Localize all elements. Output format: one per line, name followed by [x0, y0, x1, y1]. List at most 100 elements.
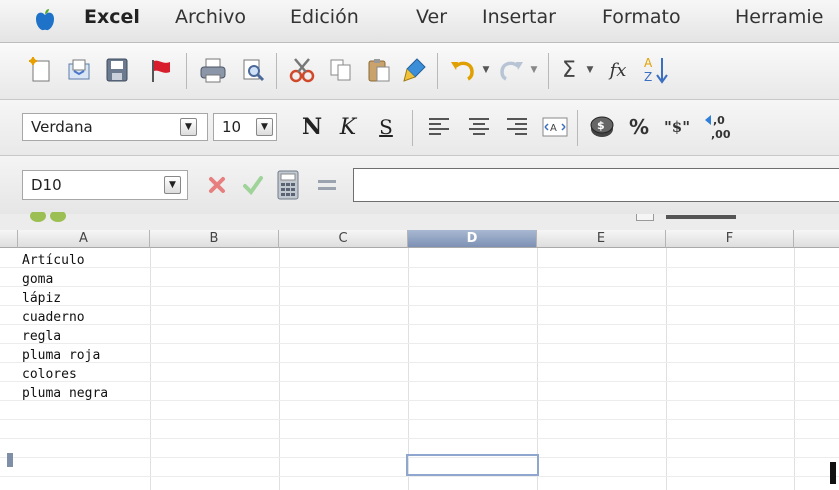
grid-line	[0, 286, 839, 287]
redo-dropdown-icon[interactable]: ▼	[528, 61, 540, 79]
svg-text:Z: Z	[644, 70, 652, 84]
autosum-icon[interactable]: Σ	[556, 55, 582, 85]
cut-icon[interactable]	[286, 55, 318, 85]
align-center-icon[interactable]	[464, 113, 494, 141]
open-icon[interactable]	[64, 55, 94, 85]
grid-line	[0, 381, 839, 382]
column-header-g[interactable]	[794, 230, 839, 248]
bold-button[interactable]: N	[298, 112, 326, 142]
grid-line	[0, 305, 839, 306]
column-header-e[interactable]: E	[537, 230, 666, 248]
menu-edicion[interactable]: Edición	[290, 6, 359, 28]
svg-text:A: A	[644, 56, 653, 70]
grid-line	[0, 324, 839, 325]
active-cell-d10[interactable]	[406, 454, 539, 476]
align-right-icon[interactable]	[502, 113, 532, 141]
name-box-dropdown-icon[interactable]: ▼	[164, 176, 181, 194]
column-header-f[interactable]: F	[666, 230, 794, 248]
percent-style-button[interactable]: %	[624, 112, 654, 142]
underline-button[interactable]: S	[372, 112, 400, 142]
toolbar-separator	[548, 53, 549, 89]
workbook-title	[666, 215, 736, 219]
cell-a2[interactable]: goma	[22, 272, 53, 287]
text-cursor	[830, 462, 836, 484]
format-painter-icon[interactable]	[400, 55, 430, 85]
menu-ver[interactable]: Ver	[416, 6, 447, 28]
save-icon[interactable]	[102, 55, 132, 85]
font-name-value: Verdana	[31, 118, 93, 136]
align-left-icon[interactable]	[424, 113, 454, 141]
grid-line	[0, 419, 839, 420]
standard-toolbar: ▼ ▼ Σ ▼ fx AZ	[0, 43, 839, 100]
menu-formato[interactable]: Formato	[602, 6, 681, 28]
menu-insertar[interactable]: Insertar	[482, 6, 556, 28]
menu-archivo[interactable]: Archivo	[175, 6, 246, 28]
apple-icon[interactable]	[34, 8, 56, 32]
svg-text:,0: ,0	[713, 114, 725, 127]
svg-text:$: $	[597, 119, 605, 132]
font-size-value: 10	[222, 118, 242, 136]
cell-a8[interactable]: pluma negra	[22, 386, 108, 401]
undo-icon[interactable]	[446, 55, 480, 85]
column-header-d[interactable]: D	[408, 230, 537, 248]
copy-icon[interactable]	[326, 55, 356, 85]
formatting-toolbar: Verdana ▼ 10 ▼ N K S A $ % "$" ,0,00	[0, 100, 839, 156]
svg-text:,00: ,00	[711, 128, 731, 141]
font-name-dropdown-icon[interactable]: ▼	[180, 118, 197, 136]
grid-line	[0, 400, 839, 401]
grid-line	[150, 248, 151, 490]
cancel-icon[interactable]	[203, 171, 231, 199]
flag-icon[interactable]	[146, 55, 176, 85]
italic-button[interactable]: K	[334, 112, 362, 142]
svg-text:A: A	[550, 123, 557, 134]
paste-icon[interactable]	[364, 55, 394, 85]
spreadsheet-grid[interactable]: A B C D E F Artículo goma lápiz cuaderno…	[0, 230, 839, 490]
name-box-value: D10	[31, 176, 62, 194]
new-document-icon[interactable]	[26, 55, 56, 85]
cell-a5[interactable]: regla	[22, 329, 61, 344]
formula-input[interactable]	[353, 168, 839, 202]
sort-ascending-icon[interactable]: AZ	[640, 53, 670, 87]
redo-icon[interactable]	[494, 55, 528, 85]
toolbar-separator	[437, 53, 438, 89]
cell-a7[interactable]: colores	[22, 367, 77, 382]
grid-line	[666, 248, 667, 490]
function-icon[interactable]: fx	[604, 55, 632, 85]
grid-line	[0, 343, 839, 344]
grid-line	[0, 267, 839, 268]
cell-a1[interactable]: Artículo	[22, 253, 85, 268]
currency-style-icon[interactable]: $	[586, 112, 618, 142]
workbook-title-strip	[0, 212, 839, 231]
column-header-b[interactable]: B	[150, 230, 279, 248]
undo-dropdown-icon[interactable]: ▼	[480, 61, 492, 79]
toolbar-separator	[412, 110, 413, 146]
confirm-icon[interactable]	[239, 171, 267, 199]
grid-line	[794, 248, 795, 490]
menu-bar: Excel Archivo Edición Ver Insertar Forma…	[0, 0, 839, 43]
menu-app-name[interactable]: Excel	[84, 6, 140, 28]
select-all-corner[interactable]	[0, 230, 18, 248]
cell-a6[interactable]: pluma roja	[22, 348, 100, 363]
print-preview-icon[interactable]	[238, 55, 268, 85]
toolbar-separator	[577, 110, 578, 146]
column-header-a[interactable]: A	[18, 230, 150, 248]
grid-line	[279, 248, 280, 490]
calculator-icon[interactable]	[273, 168, 303, 202]
equals-icon[interactable]	[312, 171, 342, 199]
toolbar-separator	[276, 53, 277, 89]
merge-center-icon[interactable]: A	[540, 113, 570, 141]
row-header-marker[interactable]	[7, 453, 13, 467]
column-header-c[interactable]: C	[279, 230, 408, 248]
font-size-dropdown-icon[interactable]: ▼	[256, 118, 273, 136]
toolbar-separator	[186, 53, 187, 89]
increase-decimal-icon[interactable]: ,0,00	[700, 110, 732, 144]
cell-a3[interactable]: lápiz	[22, 291, 61, 306]
comma-style-button[interactable]: "$"	[658, 112, 696, 142]
toolbar-toggle-icon[interactable]	[636, 214, 654, 221]
cell-a4[interactable]: cuaderno	[22, 310, 85, 325]
print-icon[interactable]	[196, 55, 230, 85]
autosum-dropdown-icon[interactable]: ▼	[584, 61, 596, 79]
grid-line	[0, 438, 839, 439]
window-controls-icon[interactable]	[28, 212, 98, 226]
menu-herramientas[interactable]: Herramie	[735, 6, 823, 28]
